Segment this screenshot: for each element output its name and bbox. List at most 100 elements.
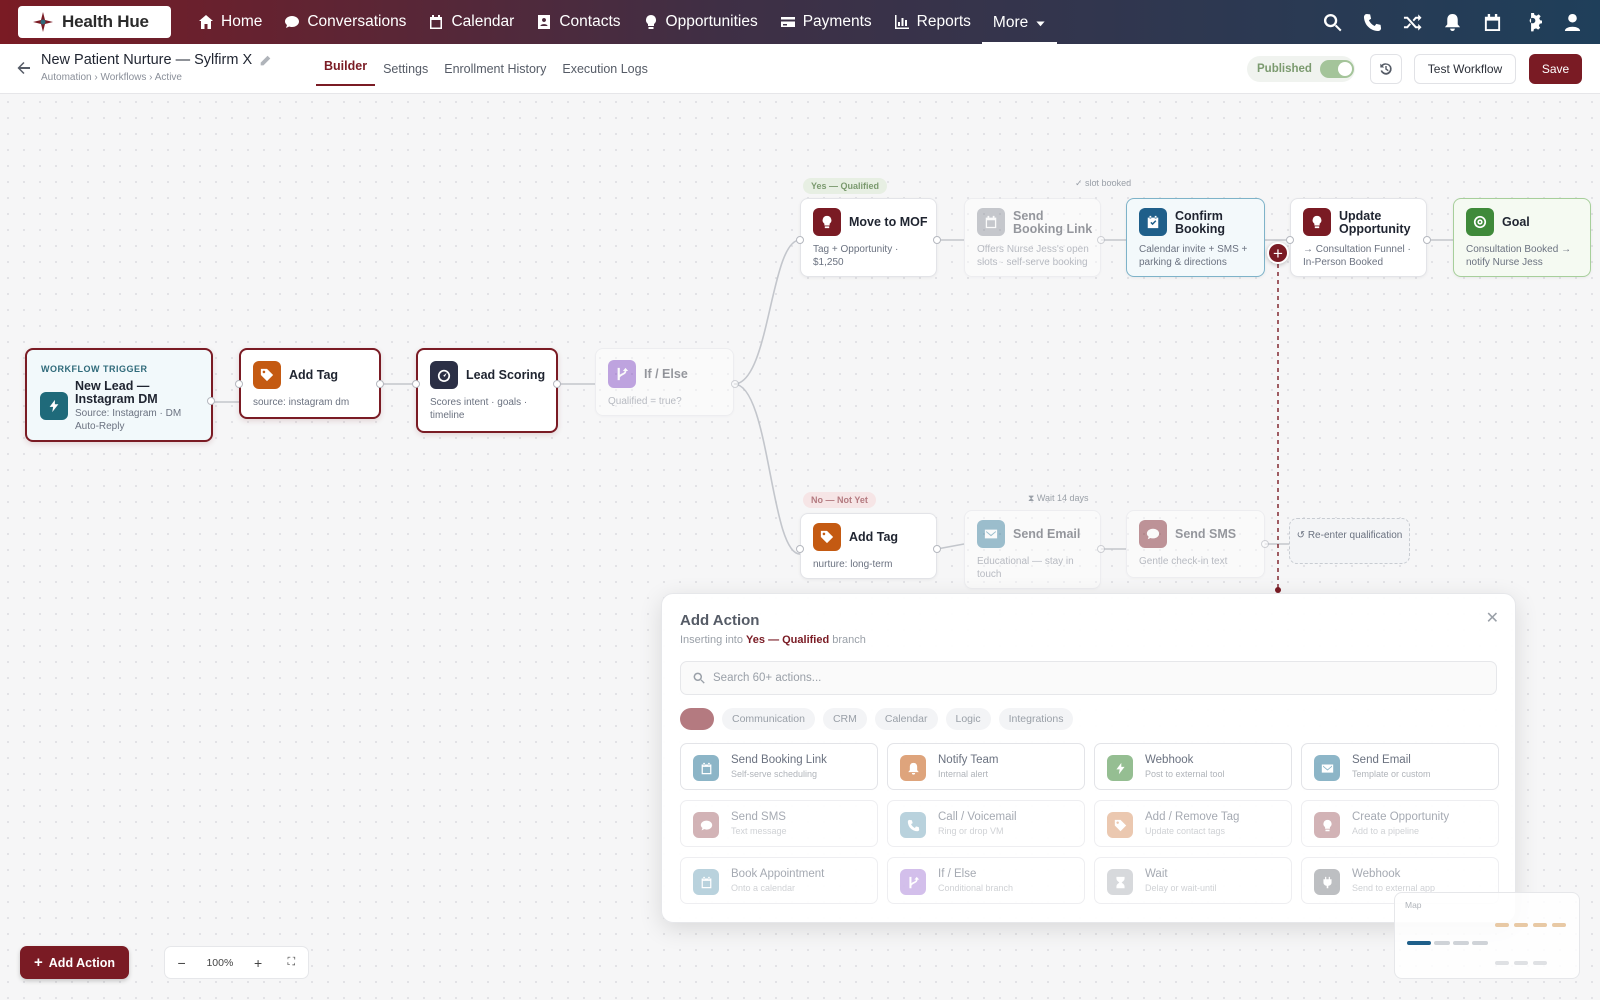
connector-dot[interactable]: [553, 380, 561, 388]
connector-dot[interactable]: [731, 380, 739, 388]
history-button[interactable]: [1370, 54, 1402, 84]
action-card-title: Send Email: [1352, 754, 1411, 766]
action-card[interactable]: Create Opportunity Add to a pipeline: [1301, 800, 1499, 847]
minimap-node: [1514, 923, 1528, 927]
connector-dot[interactable]: [1286, 236, 1294, 244]
action-card[interactable]: Wait Delay or wait-until: [1094, 857, 1292, 904]
nav-payments[interactable]: Payments: [769, 0, 883, 44]
action-card-title: Notify Team: [938, 754, 999, 766]
published-toggle[interactable]: [1319, 60, 1354, 78]
tab-enrollment-history[interactable]: Enrollment History: [436, 44, 554, 94]
search-icon: [693, 672, 705, 684]
workflow-header: New Patient Nurture — Sylfirm X Automati…: [0, 44, 1600, 94]
tab-settings[interactable]: Settings: [375, 44, 436, 94]
test-workflow-button[interactable]: Test Workflow: [1414, 54, 1516, 84]
connector-dot[interactable]: [1261, 540, 1269, 548]
category-chip-logic[interactable]: Logic: [945, 708, 991, 730]
nav-conversations[interactable]: Conversations: [273, 0, 417, 44]
nav-more[interactable]: More: [981, 4, 1058, 44]
insert-step-button[interactable]: +: [1267, 242, 1289, 264]
send-email-node[interactable]: Send Email Educational — stay in touch: [964, 510, 1101, 589]
add-tag-node[interactable]: Add Tag source: instagram dm: [239, 348, 381, 419]
close-icon[interactable]: ✕: [1486, 608, 1499, 628]
calendar-check-icon: [1139, 208, 1167, 236]
update-opportunity-node[interactable]: Update Opportunity → Consultation Funnel…: [1290, 198, 1427, 277]
action-card[interactable]: Notify Team Internal alert: [887, 743, 1085, 790]
connector-dot[interactable]: [1423, 236, 1431, 244]
bell-icon[interactable]: [1442, 12, 1462, 32]
move-to-mof-node[interactable]: Move to MOF Tag + Opportunity · $1,250: [800, 198, 937, 277]
action-card[interactable]: Add / Remove Tag Update contact tags: [1094, 800, 1292, 847]
confirm-booking-node[interactable]: Confirm Booking Calendar invite + SMS + …: [1126, 198, 1265, 277]
minimap-node: [1495, 923, 1509, 927]
connector-dot[interactable]: [235, 380, 243, 388]
tab-builder[interactable]: Builder: [316, 48, 376, 86]
action-card-desc: Internal alert: [938, 769, 989, 779]
action-card-desc: Self-serve scheduling: [731, 769, 818, 779]
connector-dot[interactable]: [1097, 236, 1105, 244]
category-chip-calendar[interactable]: Calendar: [874, 708, 938, 730]
add-tag-longterm-node[interactable]: Add Tag nurture: long-term: [800, 513, 937, 579]
category-chip-communication[interactable]: Communication: [722, 708, 815, 730]
add-action-button[interactable]: + Add Action: [20, 946, 129, 979]
save-button[interactable]: Save: [1529, 54, 1582, 84]
node-desc: Educational — stay in touch: [977, 556, 1074, 580]
action-card[interactable]: Book Appointment Onto a calendar: [680, 857, 878, 904]
calendar-icon[interactable]: [1482, 12, 1502, 32]
shuffle-icon[interactable]: [1402, 12, 1422, 32]
if-else-node[interactable]: If / Else Qualified = true?: [595, 348, 734, 416]
zoom-out-button[interactable]: −: [165, 955, 198, 971]
reenter-qualification-node[interactable]: ↺ Re-enter qualification: [1289, 518, 1410, 564]
nav-home[interactable]: Home: [187, 0, 273, 44]
tag-icon: [253, 361, 281, 389]
action-card[interactable]: Send Email Template or custom: [1301, 743, 1499, 790]
connector-dot[interactable]: [796, 236, 804, 244]
action-card[interactable]: If / Else Conditional branch: [887, 857, 1085, 904]
top-navigation: Health Hue Home Conversations Calendar C…: [0, 0, 1600, 44]
connector-dot[interactable]: [376, 380, 384, 388]
brand-logo[interactable]: Health Hue: [18, 6, 171, 38]
chat-icon: [285, 16, 300, 28]
action-card[interactable]: Send Booking Link Self-serve scheduling: [680, 743, 878, 790]
mail-icon: [977, 520, 1005, 548]
nav-opportunities[interactable]: Opportunities: [632, 0, 769, 44]
tab-execution-logs[interactable]: Execution Logs: [554, 44, 655, 94]
history-icon: [1380, 63, 1392, 75]
send-sms-node[interactable]: Send SMS Gentle check-in text: [1126, 510, 1265, 578]
category-chip-all[interactable]: [680, 708, 714, 730]
connector-dot[interactable]: [933, 545, 941, 553]
send-booking-link-node[interactable]: Send Booking Link Offers Nurse Jess's op…: [964, 198, 1101, 277]
nav-calendar[interactable]: Calendar: [417, 0, 525, 44]
action-card[interactable]: Call / Voicemail Ring or drop VM: [887, 800, 1085, 847]
search-icon[interactable]: [1322, 12, 1342, 32]
breadcrumb: Automation › Workflows › Active: [41, 72, 182, 83]
connector-dot[interactable]: [933, 236, 941, 244]
phone-icon[interactable]: [1362, 12, 1382, 32]
zoom-in-button[interactable]: +: [241, 955, 274, 971]
nav-reports[interactable]: Reports: [883, 0, 982, 44]
minimap-label: Map: [1405, 900, 1422, 910]
minimap[interactable]: Map: [1394, 892, 1580, 979]
goal-node[interactable]: Goal Consultation Booked → notify Nurse …: [1453, 198, 1591, 277]
nav-contacts[interactable]: Contacts: [525, 0, 631, 44]
bell-icon: [900, 755, 926, 781]
lead-scoring-node[interactable]: Lead Scoring Scores intent · goals · tim…: [416, 348, 558, 433]
category-chip-crm[interactable]: CRM: [822, 708, 867, 730]
workflow-title[interactable]: New Patient Nurture — Sylfirm X: [41, 52, 271, 68]
action-card[interactable]: Send SMS Text message: [680, 800, 878, 847]
gear-icon[interactable]: [1522, 12, 1542, 32]
pencil-icon[interactable]: [260, 55, 271, 66]
calendar-icon: [977, 208, 1005, 236]
nav-label: Reports: [916, 13, 971, 30]
action-card[interactable]: Webhook Post to external tool: [1094, 743, 1292, 790]
connector-dot[interactable]: [207, 397, 215, 405]
connector-dot[interactable]: [1097, 545, 1105, 553]
fit-screen-icon[interactable]: ⛶: [275, 956, 308, 969]
action-search-input[interactable]: [713, 672, 1413, 684]
connector-dot[interactable]: [412, 380, 420, 388]
category-chip-integrations[interactable]: Integrations: [998, 708, 1074, 730]
back-arrow-icon[interactable]: [16, 60, 32, 76]
connector-dot[interactable]: [796, 545, 804, 553]
workflow-trigger-node[interactable]: WORKFLOW TRIGGER New Lead — Instagram DM…: [25, 348, 213, 442]
user-icon[interactable]: [1562, 12, 1582, 32]
